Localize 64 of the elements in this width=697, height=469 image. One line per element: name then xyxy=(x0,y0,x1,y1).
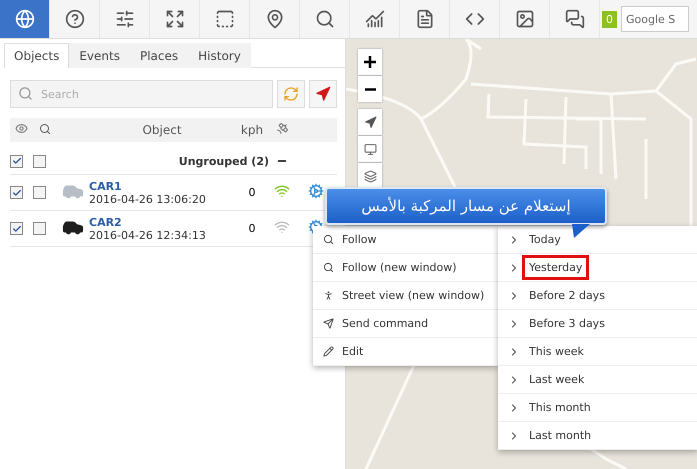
eye-icon xyxy=(15,122,28,135)
expand-icon xyxy=(164,9,184,29)
object-name[interactable]: CAR2 xyxy=(89,216,235,228)
search-icon xyxy=(323,234,334,245)
submenu-item[interactable]: This week xyxy=(522,339,591,364)
sliders-icon xyxy=(114,9,134,29)
submenu-item[interactable]: This month xyxy=(522,395,598,420)
tab[interactable]: Events xyxy=(69,43,130,68)
plus-icon xyxy=(364,56,376,68)
object-time: 2016-04-26 13:06:20 xyxy=(89,192,207,206)
image-icon xyxy=(514,9,534,29)
navigation-icon xyxy=(364,116,376,128)
refresh-icon xyxy=(283,86,299,102)
zoom-out-button[interactable] xyxy=(358,76,382,102)
group-name: Ungrouped (2) xyxy=(178,154,269,168)
search-icon xyxy=(323,262,334,273)
submenu-item[interactable]: Before 3 days xyxy=(522,311,612,336)
message-count-badge: 0 xyxy=(602,10,617,28)
tab[interactable]: Objects xyxy=(4,43,70,68)
person-icon xyxy=(323,290,334,301)
tab[interactable]: History xyxy=(188,43,251,68)
column-header: kph xyxy=(240,123,264,137)
tab[interactable]: Places xyxy=(130,43,188,68)
send-icon xyxy=(323,318,334,329)
search-field[interactable]: Search xyxy=(10,80,273,108)
checkbox[interactable] xyxy=(33,186,46,199)
pencil-icon xyxy=(323,346,334,357)
toolbar-button[interactable] xyxy=(0,0,50,38)
search-icon xyxy=(18,86,33,101)
object-time: 2016-04-26 12:34:13 xyxy=(89,228,207,242)
checkbox[interactable] xyxy=(33,154,46,168)
document-icon xyxy=(414,9,434,29)
submenu-item[interactable]: Last week xyxy=(522,367,592,392)
submenu-item[interactable]: Yesterday xyxy=(522,255,590,280)
checkbox[interactable] xyxy=(10,154,23,168)
add-object-button[interactable] xyxy=(309,80,337,108)
checkbox[interactable] xyxy=(10,222,23,235)
road-layer-button[interactable] xyxy=(358,163,382,189)
speed-value: 0 xyxy=(248,186,256,199)
submenu-item[interactable]: Today xyxy=(522,227,568,252)
chat-icon xyxy=(564,9,584,29)
help-icon xyxy=(64,9,84,29)
globe-icon xyxy=(14,9,34,29)
column-header: Object xyxy=(141,123,183,137)
submenu-item[interactable]: Last month xyxy=(522,423,598,448)
search-icon xyxy=(39,122,51,134)
satellite-icon xyxy=(276,122,288,135)
callout-tail-icon xyxy=(572,224,590,238)
speed-value: 0 xyxy=(248,222,256,235)
callout-text: إستعلام عن مسار المركبة بالأمس xyxy=(361,197,571,215)
zoom-in-button[interactable] xyxy=(358,49,382,75)
chart-icon xyxy=(364,9,384,29)
map-layer-button[interactable] xyxy=(358,136,382,162)
locate-button[interactable] xyxy=(358,109,382,135)
minus-icon xyxy=(364,88,376,90)
address-search-field[interactable]: Google S xyxy=(621,6,689,32)
submenu-item[interactable]: Before 2 days xyxy=(522,283,612,308)
screen-icon xyxy=(364,142,376,156)
layers-icon xyxy=(364,170,376,182)
checkbox[interactable] xyxy=(33,222,46,235)
map-pin-icon xyxy=(264,9,284,29)
search-icon xyxy=(314,9,334,29)
object-name[interactable]: CAR1 xyxy=(89,180,235,192)
checkbox[interactable] xyxy=(10,186,23,199)
